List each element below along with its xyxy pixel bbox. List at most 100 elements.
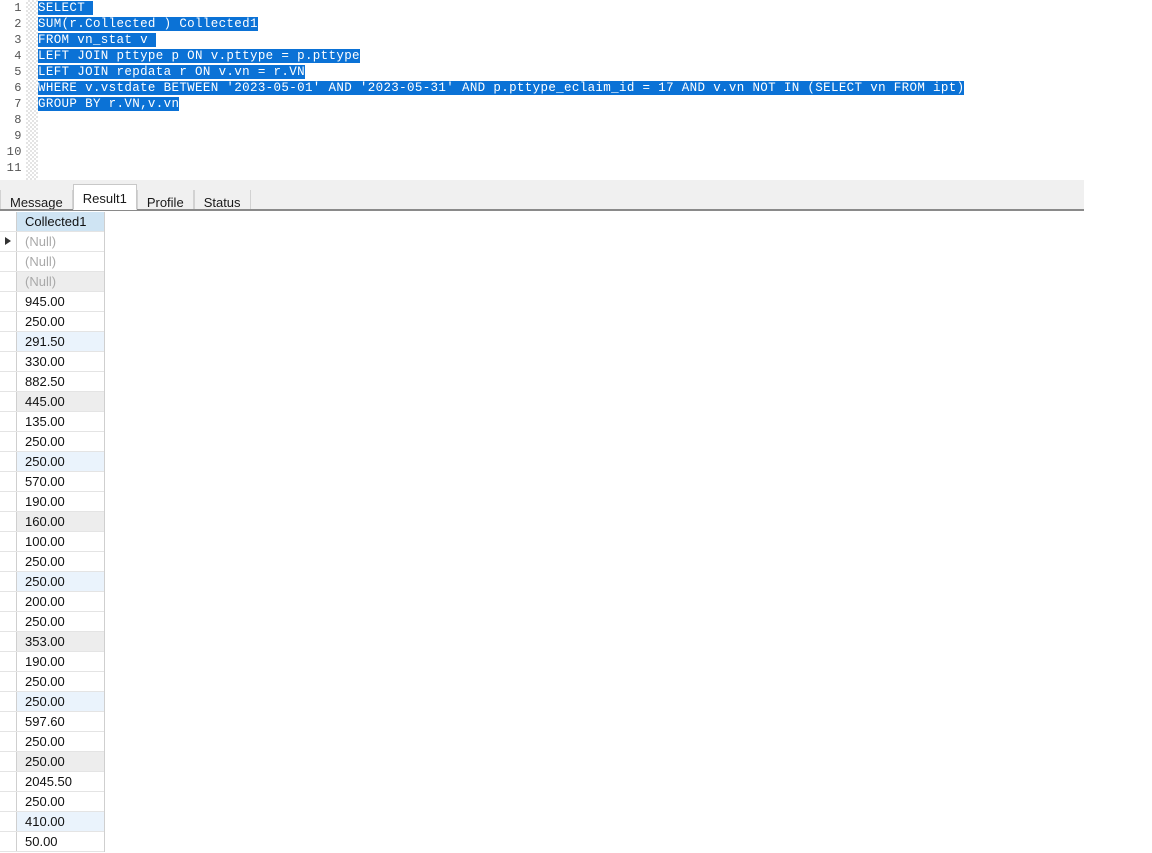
row-marker[interactable] bbox=[0, 592, 17, 611]
grid-cell-collected1[interactable]: 190.00 bbox=[17, 652, 104, 671]
grid-cell-collected1[interactable]: 330.00 bbox=[17, 352, 104, 371]
row-marker[interactable] bbox=[0, 832, 17, 851]
code-line[interactable]: 3 FROM vn_stat v bbox=[0, 32, 1152, 48]
row-marker[interactable] bbox=[0, 552, 17, 571]
table-row[interactable]: 135.00 bbox=[0, 412, 104, 432]
table-row[interactable]: 570.00 bbox=[0, 472, 104, 492]
sql-editor[interactable]: 1 SELECT 2 SUM(r.Collected ) Collected1 3 FR… bbox=[0, 0, 1152, 180]
editor-code-area[interactable]: 1 SELECT 2 SUM(r.Collected ) Collected1 3 FR… bbox=[0, 0, 1152, 176]
table-row[interactable]: 250.00 bbox=[0, 572, 104, 592]
tab-message[interactable]: Message bbox=[0, 190, 73, 210]
code-line-text[interactable]: SELECT bbox=[38, 0, 93, 16]
code-line[interactable]: 10 bbox=[0, 144, 1152, 160]
code-line[interactable]: 1 SELECT bbox=[0, 0, 1152, 16]
grid-cell-collected1[interactable]: 882.50 bbox=[17, 372, 104, 391]
grid-cell-collected1[interactable]: 250.00 bbox=[17, 672, 104, 691]
row-marker[interactable] bbox=[0, 772, 17, 791]
table-row[interactable]: 250.00 bbox=[0, 732, 104, 752]
grid-cell-collected1[interactable]: 250.00 bbox=[17, 692, 104, 711]
code-line[interactable]: 2 SUM(r.Collected ) Collected1 bbox=[0, 16, 1152, 32]
table-row[interactable]: 882.50 bbox=[0, 372, 104, 392]
table-row[interactable]: 291.50 bbox=[0, 332, 104, 352]
grid-cell-collected1[interactable]: 353.00 bbox=[17, 632, 104, 651]
row-marker[interactable] bbox=[0, 752, 17, 771]
table-row[interactable]: 330.00 bbox=[0, 352, 104, 372]
table-row[interactable]: 597.60 bbox=[0, 712, 104, 732]
table-row[interactable]: (Null) bbox=[0, 272, 104, 292]
code-line-text[interactable]: SUM(r.Collected ) Collected1 bbox=[38, 16, 258, 32]
code-line[interactable]: 7 GROUP BY r.VN,v.vn bbox=[0, 96, 1152, 112]
grid-cell-collected1[interactable]: 135.00 bbox=[17, 412, 104, 431]
table-row[interactable]: 250.00 bbox=[0, 312, 104, 332]
table-row[interactable]: (Null) bbox=[0, 252, 104, 272]
table-row[interactable]: 250.00 bbox=[0, 752, 104, 772]
code-line-text[interactable]: LEFT JOIN repdata r ON v.vn = r.VN bbox=[38, 64, 305, 80]
code-line[interactable]: 5 LEFT JOIN repdata r ON v.vn = r.VN bbox=[0, 64, 1152, 80]
table-row[interactable]: 50.00 bbox=[0, 832, 104, 852]
row-marker[interactable] bbox=[0, 652, 17, 671]
table-row[interactable]: (Null) bbox=[0, 232, 104, 252]
row-marker[interactable] bbox=[0, 692, 17, 711]
row-marker[interactable] bbox=[0, 572, 17, 591]
grid-cell-collected1[interactable]: (Null) bbox=[17, 232, 104, 251]
table-row[interactable]: 190.00 bbox=[0, 492, 104, 512]
table-row[interactable]: 250.00 bbox=[0, 552, 104, 572]
table-row[interactable]: 250.00 bbox=[0, 672, 104, 692]
row-marker[interactable] bbox=[0, 392, 17, 411]
tab-profile[interactable]: Profile bbox=[136, 190, 194, 210]
code-line-text[interactable]: FROM vn_stat v bbox=[38, 32, 156, 48]
row-marker[interactable] bbox=[0, 332, 17, 351]
tab-result1[interactable]: Result1 bbox=[72, 184, 137, 210]
grid-body[interactable]: (Null) (Null) (Null) 945.00 250.00 291.50 330.… bbox=[0, 232, 104, 852]
grid-cell-collected1[interactable]: 190.00 bbox=[17, 492, 104, 511]
code-line-text[interactable]: WHERE v.vstdate BETWEEN '2023-05-01' AND… bbox=[38, 80, 965, 96]
row-marker[interactable] bbox=[0, 452, 17, 471]
table-row[interactable]: 190.00 bbox=[0, 652, 104, 672]
code-line-text[interactable]: GROUP BY r.VN,v.vn bbox=[38, 96, 180, 112]
row-marker[interactable] bbox=[0, 472, 17, 491]
row-marker[interactable] bbox=[0, 292, 17, 311]
grid-cell-collected1[interactable]: 410.00 bbox=[17, 812, 104, 831]
row-marker[interactable] bbox=[0, 672, 17, 691]
row-marker[interactable] bbox=[0, 492, 17, 511]
row-marker[interactable] bbox=[0, 432, 17, 451]
row-marker[interactable] bbox=[0, 712, 17, 731]
grid-cell-collected1[interactable]: 250.00 bbox=[17, 552, 104, 571]
row-marker[interactable] bbox=[0, 512, 17, 531]
grid-cell-collected1[interactable]: 445.00 bbox=[17, 392, 104, 411]
grid-cell-collected1[interactable]: 570.00 bbox=[17, 472, 104, 491]
grid-cell-collected1[interactable]: (Null) bbox=[17, 252, 104, 271]
current-row-arrow-icon[interactable] bbox=[0, 232, 17, 251]
table-row[interactable]: 2045.50 bbox=[0, 772, 104, 792]
grid-cell-collected1[interactable]: 250.00 bbox=[17, 452, 104, 471]
code-line[interactable]: 11 bbox=[0, 160, 1152, 176]
table-row[interactable]: 250.00 bbox=[0, 792, 104, 812]
row-marker[interactable] bbox=[0, 352, 17, 371]
grid-cell-collected1[interactable]: 50.00 bbox=[17, 832, 104, 851]
row-marker[interactable] bbox=[0, 732, 17, 751]
table-row[interactable]: 200.00 bbox=[0, 592, 104, 612]
row-marker[interactable] bbox=[0, 792, 17, 811]
grid-cell-collected1[interactable]: 597.60 bbox=[17, 712, 104, 731]
grid-cell-collected1[interactable]: 945.00 bbox=[17, 292, 104, 311]
grid-cell-collected1[interactable]: 160.00 bbox=[17, 512, 104, 531]
table-row[interactable]: 410.00 bbox=[0, 812, 104, 832]
grid-cell-collected1[interactable]: 200.00 bbox=[17, 592, 104, 611]
code-line[interactable]: 4 LEFT JOIN pttype p ON v.pttype = p.ptty… bbox=[0, 48, 1152, 64]
row-marker[interactable] bbox=[0, 532, 17, 551]
column-header-collected1[interactable]: Collected1 bbox=[17, 212, 104, 231]
table-row[interactable]: 250.00 bbox=[0, 452, 104, 472]
result-data-grid[interactable]: Collected1 (Null) (Null) (Null) 945.00 250.0… bbox=[0, 212, 105, 852]
grid-cell-collected1[interactable]: 100.00 bbox=[17, 532, 104, 551]
table-row[interactable]: 353.00 bbox=[0, 632, 104, 652]
tab-status[interactable]: Status bbox=[193, 190, 251, 210]
table-row[interactable]: 250.00 bbox=[0, 692, 104, 712]
result-tabstrip[interactable]: Message Result1 Profile Status bbox=[0, 180, 251, 210]
grid-cell-collected1[interactable]: 2045.50 bbox=[17, 772, 104, 791]
grid-cell-collected1[interactable]: 250.00 bbox=[17, 312, 104, 331]
row-marker[interactable] bbox=[0, 412, 17, 431]
row-marker[interactable] bbox=[0, 312, 17, 331]
grid-cell-collected1[interactable]: 250.00 bbox=[17, 792, 104, 811]
code-line-text[interactable]: LEFT JOIN pttype p ON v.pttype = p.pttyp… bbox=[38, 48, 360, 64]
grid-cell-collected1[interactable]: 250.00 bbox=[17, 732, 104, 751]
